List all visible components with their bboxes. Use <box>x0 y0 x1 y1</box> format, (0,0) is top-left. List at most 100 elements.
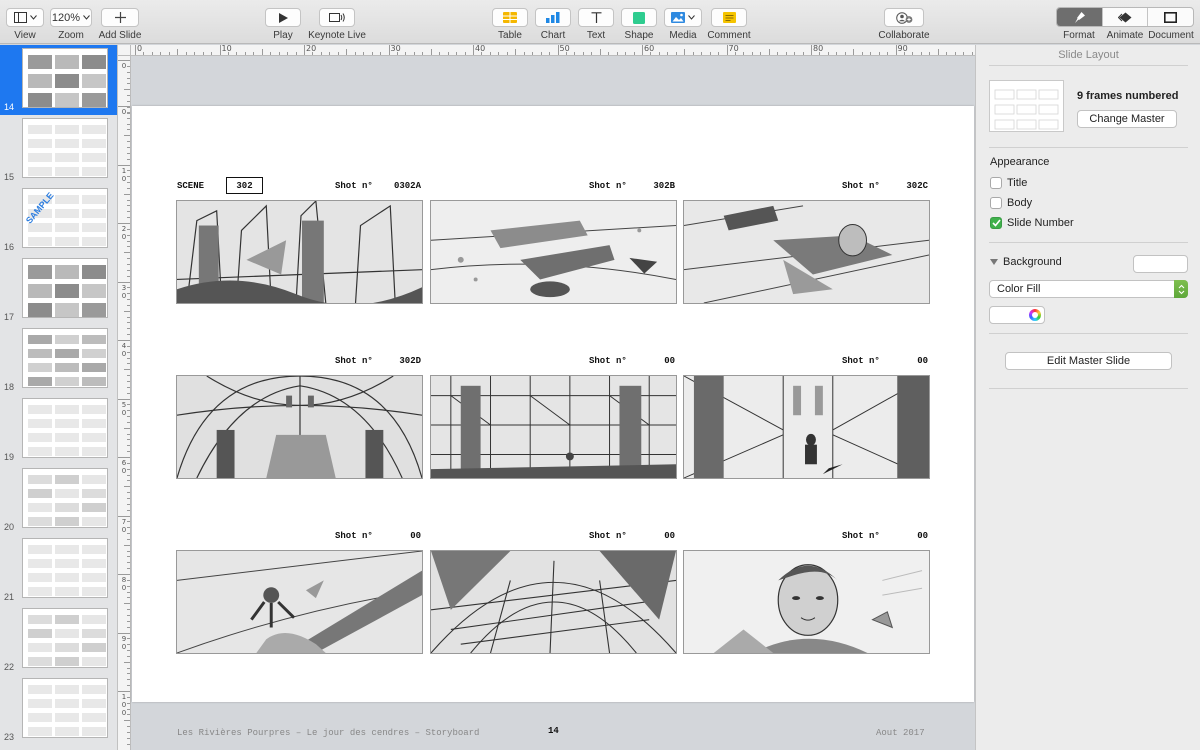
table-control: Table <box>492 0 528 44</box>
ruler-minor-tick <box>405 52 407 55</box>
background-disclosure-icon[interactable] <box>990 259 998 265</box>
scene-label[interactable]: SCENE <box>177 181 204 191</box>
storyboard-frame-figure-in-nave[interactable] <box>683 375 930 479</box>
thumbnail-frame <box>28 363 52 372</box>
add-slide-control: Add Slide <box>99 0 141 44</box>
shot-header[interactable]: Shot n° 00 <box>589 531 675 541</box>
ruler-minor-tick <box>633 52 635 55</box>
table-icon <box>503 12 517 23</box>
checkbox-label: Slide Number <box>1007 217 1074 229</box>
thumbnail-frame <box>55 643 79 652</box>
thumbnail-frame <box>28 559 52 568</box>
checkbox[interactable] <box>990 177 1002 189</box>
ruler-minor-tick <box>701 52 703 55</box>
storyboard-frame-gothic-vault[interactable] <box>176 375 423 479</box>
shot-header[interactable]: Shot n° 00 <box>589 356 675 366</box>
slide-number-label: 14 <box>4 102 15 112</box>
slide-thumbnail-20[interactable]: 20 <box>0 465 117 535</box>
view-button[interactable] <box>6 8 44 27</box>
shot-header[interactable]: Shot n° 00 <box>335 531 421 541</box>
ruler-tick <box>118 691 130 692</box>
thumbnail-frame <box>55 93 79 107</box>
keynote-live-button[interactable] <box>319 8 355 27</box>
checkbox-row-title[interactable]: Title <box>990 177 1027 189</box>
ruler-tick <box>726 45 728 55</box>
slide-thumbnail-14[interactable]: 14 <box>0 45 117 115</box>
slide-thumbnail-22[interactable]: 22 <box>0 605 117 675</box>
shot-header[interactable]: Shot n° 302B <box>589 181 675 191</box>
fill-color-swatch[interactable] <box>989 306 1045 324</box>
footer-date[interactable]: Aout 2017 <box>876 728 925 738</box>
footer-title[interactable]: Les Rivières Pourpres – Le jour des cend… <box>177 728 479 738</box>
slide-thumbnail-21[interactable]: 21 <box>0 535 117 605</box>
storyboard-frame-ribbed-vault-scaffolding[interactable] <box>430 550 677 654</box>
thumbnail-frame <box>82 545 106 554</box>
storyboard-frame-scaffolding-nave[interactable] <box>430 375 677 479</box>
ruler-tick <box>118 164 130 166</box>
zoom-select[interactable]: 120% <box>50 8 92 27</box>
storyboard-frame-aerial-man-column[interactable] <box>176 550 423 654</box>
media-button[interactable] <box>664 8 702 27</box>
shot-header[interactable]: Shot n° 302C <box>842 181 928 191</box>
ruler-minor-tick <box>244 52 246 55</box>
comment-button[interactable] <box>711 8 747 27</box>
collaborate-button[interactable] <box>884 8 924 27</box>
keynote-live-icon <box>329 13 345 22</box>
slide-thumbnail-17[interactable]: 17 <box>0 255 117 325</box>
animate-tab[interactable] <box>1103 8 1149 26</box>
thumbnail-frame <box>28 125 52 134</box>
checkbox[interactable] <box>990 217 1002 229</box>
shape-button[interactable] <box>621 8 657 27</box>
background-color-well[interactable] <box>1133 255 1188 273</box>
ruler-minor-tick <box>481 52 483 55</box>
ruler-minor-tick <box>337 52 339 55</box>
document-tab[interactable] <box>1148 8 1193 26</box>
ruler-minor-tick <box>963 52 965 55</box>
ruler-minor-tick <box>127 743 130 745</box>
storyboard-frame-man-close-up[interactable] <box>683 550 930 654</box>
ruler-minor-tick <box>127 404 130 406</box>
color-wheel-icon[interactable] <box>1029 309 1041 321</box>
edit-master-slide-button[interactable]: Edit Master Slide <box>1005 352 1172 370</box>
scene-number-box[interactable]: 302 <box>226 177 263 194</box>
play-button[interactable] <box>265 8 301 27</box>
storyboard-frame-cathedral-debris[interactable] <box>176 200 423 304</box>
slide-thumbnail-16[interactable]: SAMPLE 16 <box>0 185 117 255</box>
master-thumbnail[interactable] <box>989 80 1064 132</box>
thumbnail-frame <box>82 74 106 88</box>
slide-thumbnail-18[interactable]: 18 <box>0 325 117 395</box>
checkbox[interactable] <box>990 197 1002 209</box>
ruler-minor-tick <box>937 49 939 55</box>
thumbnail-frame <box>55 685 79 694</box>
ruler-minor-tick <box>127 533 130 535</box>
ruler-minor-tick <box>903 52 905 55</box>
ruler-minor-tick <box>127 217 130 219</box>
checkbox-row-slide-number[interactable]: Slide Number <box>990 217 1074 229</box>
chart-button[interactable] <box>535 8 571 27</box>
ruler-tick <box>118 398 130 400</box>
slide-thumbnail-19[interactable]: 19 <box>0 395 117 465</box>
checkbox-row-body[interactable]: Body <box>990 197 1032 209</box>
ruler-minor-tick <box>127 503 130 505</box>
shot-header[interactable]: Shot n° 0302A <box>335 181 421 191</box>
fill-type-select[interactable]: Color Fill <box>989 280 1188 298</box>
storyboard-frame-body-on-floor-legs[interactable] <box>430 200 677 304</box>
format-tab[interactable] <box>1057 8 1103 26</box>
text-button[interactable] <box>578 8 614 27</box>
change-master-button[interactable]: Change Master <box>1077 110 1177 128</box>
storyboard-frame-man-lying-face-up[interactable] <box>683 200 930 304</box>
slide-number[interactable]: 14 <box>548 726 559 736</box>
ruler-minor-tick <box>127 228 130 230</box>
add-slide-button[interactable] <box>101 8 139 27</box>
table-button[interactable] <box>492 8 528 27</box>
ruler-minor-tick <box>127 731 130 733</box>
divider <box>989 242 1188 243</box>
slide[interactable]: SCENE 302 Shot n° 0302A Shot n° 302B Shot n°… <box>132 106 974 738</box>
shot-header[interactable]: Shot n° 00 <box>842 356 928 366</box>
slide-thumbnail-15[interactable]: 15 <box>0 115 117 185</box>
slide-thumbnail-23[interactable]: 23 <box>0 675 117 745</box>
shot-header[interactable]: Shot n° 302D <box>335 356 421 366</box>
thumbnail-frame <box>82 55 106 69</box>
media-control: Media <box>664 0 702 44</box>
shot-header[interactable]: Shot n° 00 <box>842 531 928 541</box>
